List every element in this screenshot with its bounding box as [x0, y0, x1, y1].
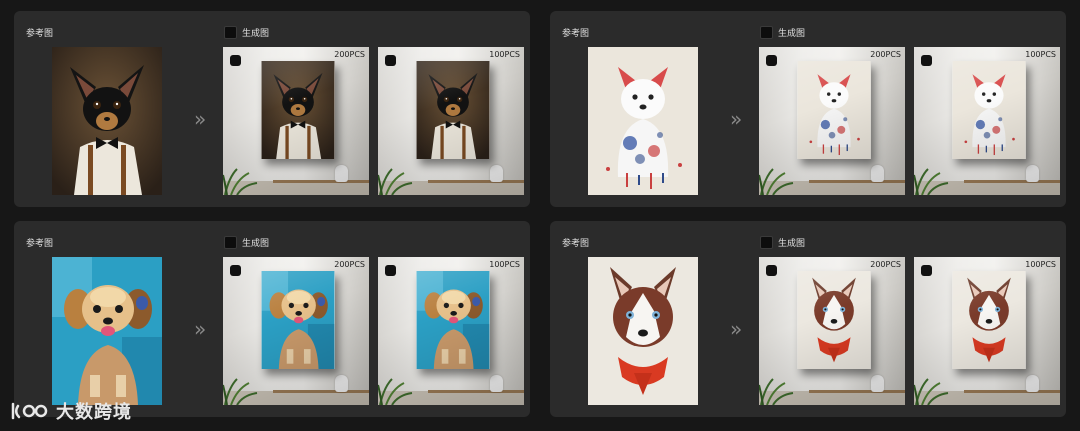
comparison-card: 参考图 生成图 » 200PCS 100PCS	[550, 221, 1066, 417]
generated-mockup[interactable]: 100PCS	[914, 257, 1060, 405]
reference-image	[52, 47, 162, 195]
select-checkbox[interactable]	[230, 55, 241, 66]
reference-label: 参考图	[562, 29, 590, 39]
generate-checkbox[interactable]	[760, 26, 773, 39]
generate-checkbox[interactable]	[760, 236, 773, 249]
quantity-label: 200PCS	[334, 260, 365, 269]
quantity-label: 100PCS	[1025, 260, 1056, 269]
quantity-label: 100PCS	[489, 260, 520, 269]
reference-label: 参考图	[562, 239, 590, 249]
watermark-logo: 大数跨境	[10, 398, 132, 424]
quantity-label: 100PCS	[489, 50, 520, 59]
quantity-label: 200PCS	[870, 260, 901, 269]
comparison-card: 参考图 生成图 » 200PCS 100PCS	[550, 11, 1066, 207]
select-checkbox[interactable]	[921, 265, 932, 276]
watermark-text: 大数跨境	[56, 402, 132, 423]
reference-image	[588, 47, 698, 195]
generated-label: 生成图	[242, 239, 270, 249]
generated-mockup[interactable]: 200PCS	[223, 47, 369, 195]
generated-label: 生成图	[778, 239, 806, 249]
generated-label: 生成图	[242, 29, 270, 39]
reference-image	[588, 257, 698, 405]
generated-mockup[interactable]: 200PCS	[759, 257, 905, 405]
quantity-label: 200PCS	[334, 50, 365, 59]
generated-mockup[interactable]: 200PCS	[759, 47, 905, 195]
generate-checkbox[interactable]	[224, 26, 237, 39]
select-checkbox[interactable]	[230, 265, 241, 276]
quantity-label: 100PCS	[1025, 50, 1056, 59]
chevron-double-right-icon: »	[194, 107, 206, 131]
select-checkbox[interactable]	[766, 55, 777, 66]
generated-mockup[interactable]: 100PCS	[378, 257, 524, 405]
quantity-label: 200PCS	[870, 50, 901, 59]
reference-label: 参考图	[26, 239, 54, 249]
generated-mockup[interactable]: 100PCS	[378, 47, 524, 195]
select-checkbox[interactable]	[766, 265, 777, 276]
generate-checkbox[interactable]	[224, 236, 237, 249]
select-checkbox[interactable]	[385, 55, 396, 66]
reference-image	[52, 257, 162, 405]
chevron-double-right-icon: »	[730, 107, 742, 131]
reference-label: 参考图	[26, 29, 54, 39]
chevron-double-right-icon: »	[730, 317, 742, 341]
select-checkbox[interactable]	[921, 55, 932, 66]
select-checkbox[interactable]	[385, 265, 396, 276]
brand-logo-icon	[11, 402, 48, 420]
comparison-card: 参考图 生成图 » 200PCS 100PCS	[14, 221, 530, 417]
generated-mockup[interactable]: 200PCS	[223, 257, 369, 405]
generated-label: 生成图	[778, 29, 806, 39]
chevron-double-right-icon: »	[194, 317, 206, 341]
generated-mockup[interactable]: 100PCS	[914, 47, 1060, 195]
comparison-card: 参考图 生成图 » 200PCS 100PCS	[14, 11, 530, 207]
